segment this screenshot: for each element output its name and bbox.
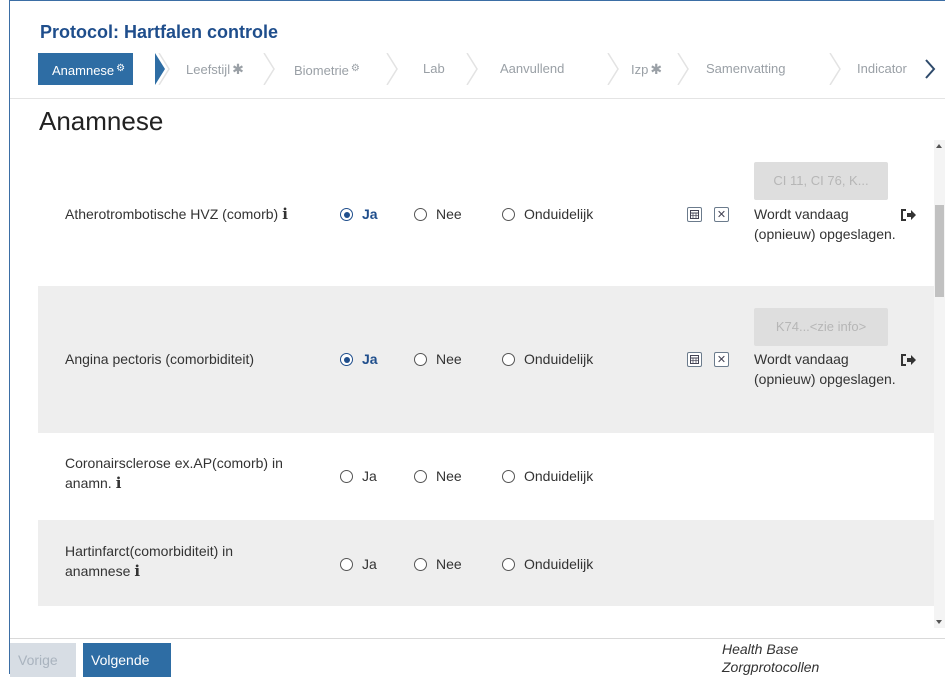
radio-icon (502, 470, 515, 483)
radio-icon (414, 558, 427, 571)
radio-icon (414, 208, 427, 221)
asterisk-icon: ✱ (232, 61, 244, 77)
info-icon[interactable]: i (116, 474, 122, 492)
step-chevron-icon (386, 53, 398, 85)
radio-ja[interactable]: Ja (340, 349, 378, 369)
radio-onduidelijk[interactable]: Onduidelijk (502, 466, 593, 486)
scroll-thumb[interactable] (935, 205, 944, 297)
radio-nee[interactable]: Nee (414, 204, 462, 224)
question-label: Hartinfarct(comorbiditeit) in anamnese i (65, 543, 234, 580)
question-list: Atherotrombotische HVZ (comorb) i Ja Nee … (38, 140, 934, 606)
step-biometrie[interactable]: Biometrie ⚙ (294, 53, 360, 85)
section-title: Anamnese (39, 106, 164, 136)
radio-icon (340, 470, 353, 483)
scroll-down-icon[interactable] (936, 620, 942, 624)
step-chevron-icon (829, 53, 841, 85)
question-row-hartinfarct: Hartinfarct(comorbiditeit) in anamnese i … (38, 520, 934, 606)
question-row-angina: Angina pectoris (comorbiditeit) Ja Nee O… (38, 286, 934, 433)
footer-divider (10, 638, 945, 639)
header-divider (10, 98, 945, 99)
step-aanvullend[interactable]: Aanvullend (500, 53, 564, 85)
gear-icon: ⚙ (116, 63, 126, 74)
step-label: Anamnese (52, 63, 115, 78)
chevron-right-icon[interactable] (922, 57, 938, 81)
step-label: Biometrie (294, 63, 349, 78)
radio-checked-icon (340, 353, 353, 366)
step-lab[interactable]: Lab (423, 53, 445, 85)
sign-out-icon[interactable] (900, 353, 916, 367)
asterisk-icon: ✱ (650, 61, 663, 77)
info-icon[interactable]: i (134, 562, 140, 580)
step-chevron-icon (155, 53, 170, 85)
scrollbar[interactable] (934, 140, 945, 628)
radio-icon (502, 208, 515, 221)
radio-icon (340, 558, 353, 571)
gear-icon: ⚙ (350, 63, 360, 74)
step-chevron-icon (607, 53, 619, 85)
radio-nee[interactable]: Nee (414, 466, 462, 486)
question-label: Atherotrombotische HVZ (comorb) i (65, 205, 288, 223)
step-label: Aanvullend (500, 61, 565, 76)
protocol-title: Protocol: Hartfalen controle (40, 22, 279, 42)
step-label: Leefstijl (186, 62, 231, 77)
step-chevron-icon (677, 53, 689, 85)
next-button[interactable]: Volgende (83, 643, 171, 677)
code-field[interactable]: CI 11, CI 76, K... (754, 162, 888, 200)
step-label: Samenvatting (706, 61, 786, 76)
step-chevron-icon (263, 53, 275, 85)
clear-icon[interactable]: ✕ (714, 352, 729, 367)
calendar-icon[interactable] (687, 207, 702, 222)
info-icon[interactable]: i (282, 205, 288, 223)
clear-icon[interactable]: ✕ (714, 207, 729, 222)
radio-ja[interactable]: Ja (340, 554, 377, 574)
scroll-up-icon[interactable] (936, 144, 942, 148)
radio-icon (502, 353, 515, 366)
radio-ja[interactable]: Ja (340, 466, 377, 486)
radio-icon (414, 353, 427, 366)
step-samenvatting[interactable]: Samenvatting (706, 53, 786, 85)
brand-text: Health Base Zorgprotocollen (722, 641, 820, 675)
code-field[interactable]: K74...<zie info> (754, 308, 888, 346)
radio-nee[interactable]: Nee (414, 349, 462, 369)
step-label: Lab (423, 61, 445, 76)
radio-ja[interactable]: Ja (340, 204, 378, 224)
radio-onduidelijk[interactable]: Onduidelijk (502, 554, 593, 574)
step-izp[interactable]: Izp ✱ (631, 53, 662, 85)
previous-button[interactable]: Vorige (10, 643, 76, 677)
radio-icon (502, 558, 515, 571)
status-text: Wordt vandaag (opnieuw) opgeslagen. (754, 351, 896, 387)
question-row-coronairsclerose: Coronairsclerose ex.AP(comorb) in anamn.… (38, 433, 934, 520)
step-label: Indicator (857, 61, 907, 76)
radio-icon (414, 470, 427, 483)
step-indicator[interactable]: Indicator (857, 53, 907, 85)
step-label: Izp (631, 62, 649, 77)
radio-onduidelijk[interactable]: Onduidelijk (502, 204, 593, 224)
step-leefstijl[interactable]: Leefstijl ✱ (186, 53, 244, 85)
step-navigation: Anamnese ⚙ Leefstijl ✱ Biometrie ⚙ Lab Aanv… (38, 53, 938, 85)
radio-nee[interactable]: Nee (414, 554, 462, 574)
question-row-atherotrombotische: Atherotrombotische HVZ (comorb) i Ja Nee … (38, 140, 934, 286)
question-label: Coronairsclerose ex.AP(comorb) in anamn.… (65, 455, 283, 492)
step-chevron-icon (466, 53, 478, 85)
step-anamnese[interactable]: Anamnese ⚙ (38, 53, 134, 85)
radio-onduidelijk[interactable]: Onduidelijk (502, 349, 593, 369)
calendar-icon[interactable] (687, 352, 702, 367)
radio-checked-icon (340, 208, 353, 221)
question-label: Angina pectoris (comorbiditeit) (65, 351, 255, 367)
status-text: Wordt vandaag (opnieuw) opgeslagen. (754, 206, 896, 242)
sign-out-icon[interactable] (900, 208, 916, 222)
